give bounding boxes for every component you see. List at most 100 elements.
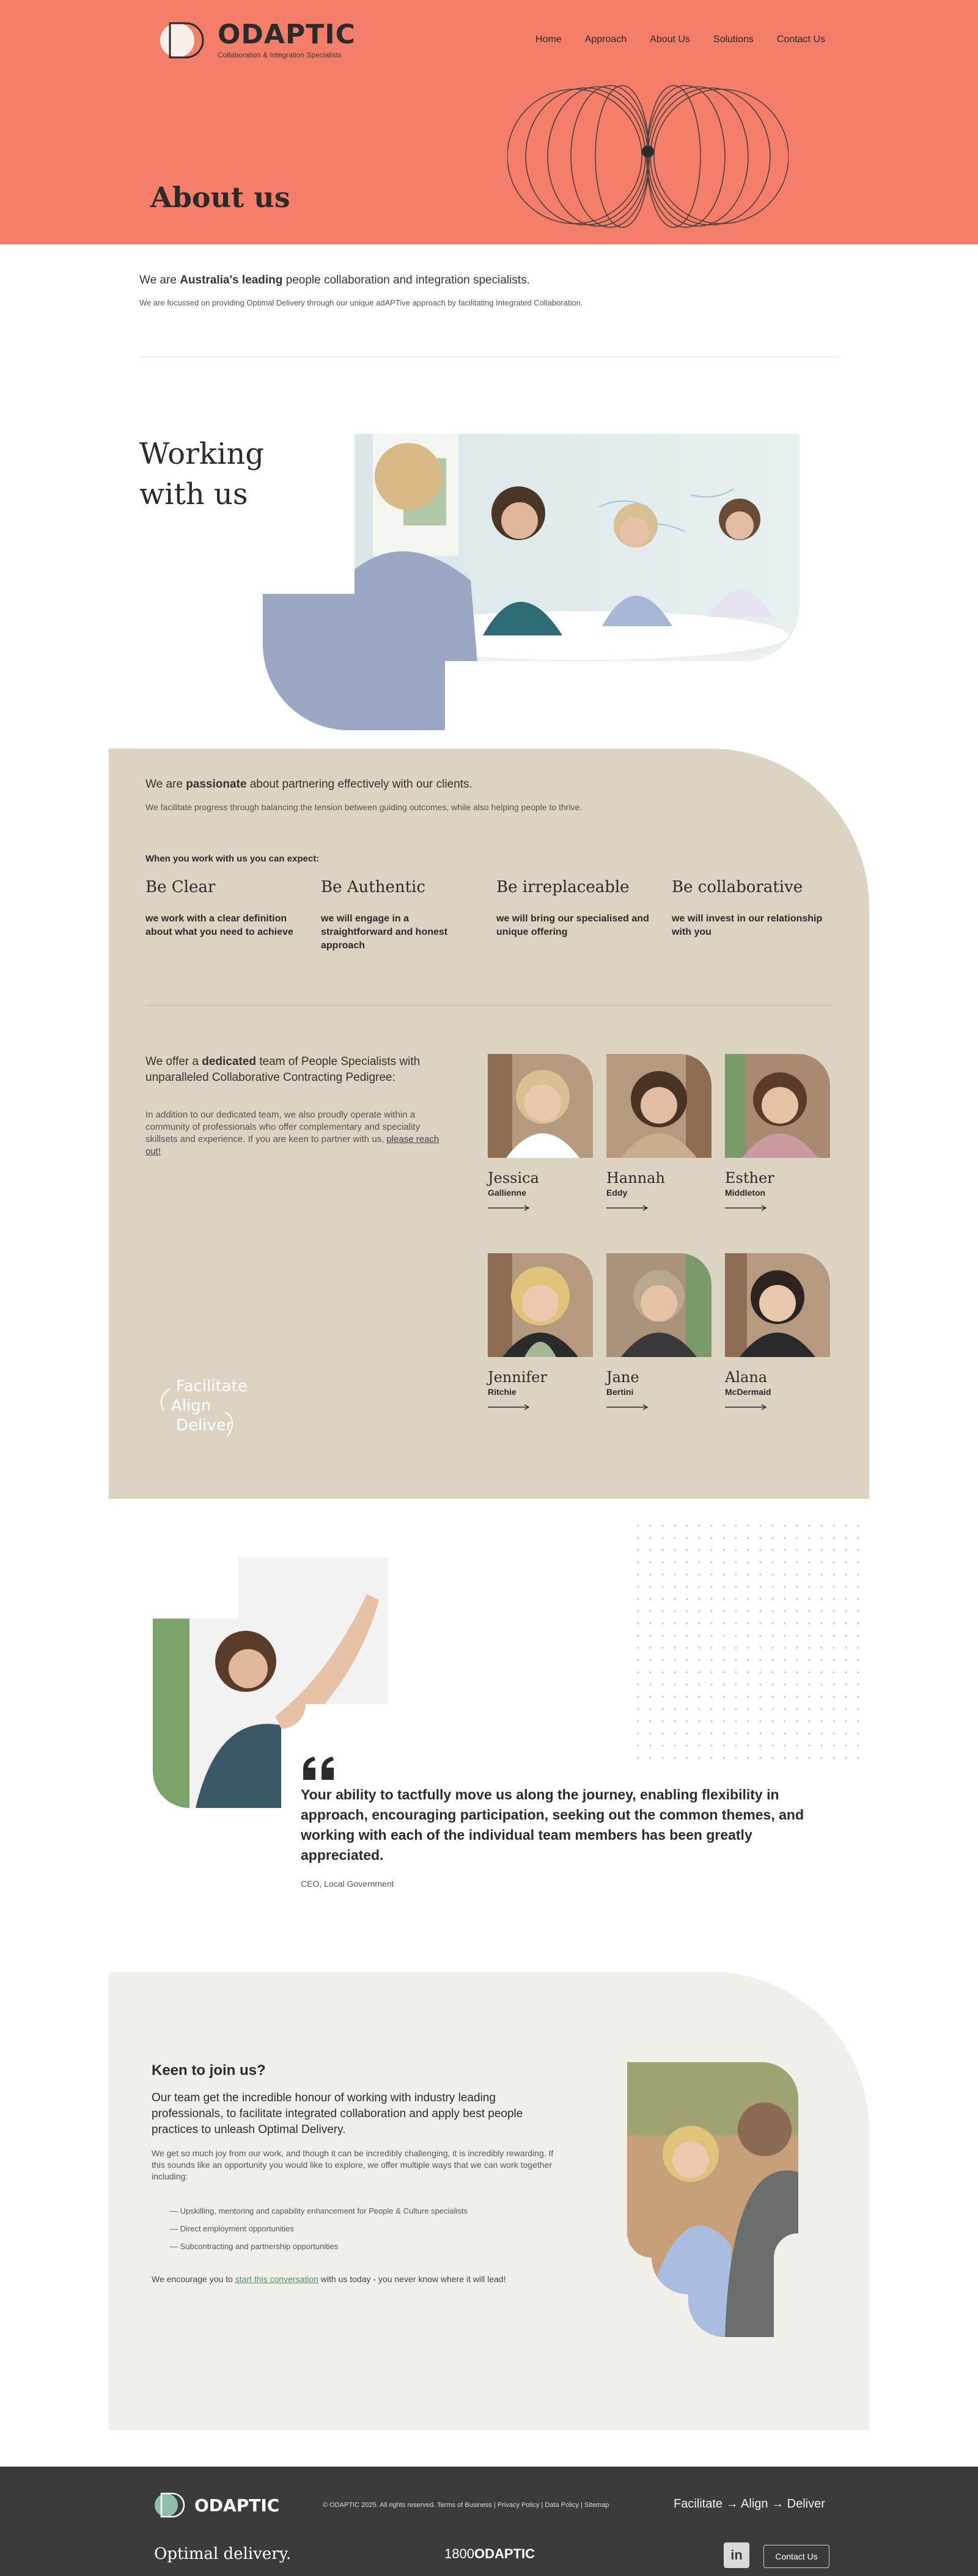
nav-about-us[interactable]: About Us bbox=[650, 34, 690, 45]
partnering-lead: We are passionate about partnering effec… bbox=[145, 778, 472, 791]
divider bbox=[145, 1005, 833, 1006]
nav-home[interactable]: Home bbox=[535, 34, 562, 45]
footer-legal: © ODAPTIC 2025. All rights reserved. Ter… bbox=[323, 2501, 609, 2509]
team-member[interactable]: Hannah Eddy bbox=[606, 1054, 711, 1211]
arrow-right-icon[interactable] bbox=[725, 1205, 768, 1211]
values-list: Be Clear we work with a clear definition… bbox=[145, 878, 847, 953]
brand-tagline: Collaboration & Integration Specialists bbox=[218, 51, 342, 59]
intro-sub: We are focussed on providing Optimal Del… bbox=[139, 298, 583, 307]
script-facilitate: Facilitate bbox=[176, 1377, 248, 1396]
member-last-name: McDermaid bbox=[725, 1387, 771, 1397]
member-photo bbox=[488, 1253, 593, 1357]
list-item: — Subcontracting and partnership opportu… bbox=[170, 2242, 339, 2251]
join-title: Keen to join us? bbox=[152, 2062, 266, 2079]
testimonial-section: Your ability to tactfully move us along … bbox=[0, 1499, 978, 1972]
linkedin-icon[interactable]: in bbox=[724, 2542, 749, 2568]
hero-header: ODAPTIC Collaboration & Integration Spec… bbox=[0, 0, 978, 244]
value-text: we will invest in our relationship with … bbox=[672, 913, 823, 937]
footer-slogan: Optimal delivery. bbox=[154, 2545, 292, 2563]
team-sub: In addition to our dedicated team, we al… bbox=[145, 1110, 439, 1157]
member-photo bbox=[606, 1253, 711, 1357]
facilitate-align-deliver-graphic: Facilitate Align Deliver bbox=[160, 1377, 248, 1437]
list-item: — Upskilling, mentoring and capability e… bbox=[170, 2206, 468, 2216]
team-member[interactable]: Jennifer Ritchie bbox=[488, 1253, 593, 1410]
spiral-graphic bbox=[507, 85, 789, 228]
value-item: Be Authentic we will engage in a straigh… bbox=[321, 878, 496, 953]
value-text: we will engage in a straightforward and … bbox=[321, 913, 448, 951]
footer-tagline: Facilitate → Align → Deliver bbox=[674, 2497, 825, 2511]
member-photo bbox=[606, 1054, 711, 1158]
join-lead: Our team get the incredible honour of wo… bbox=[152, 2091, 523, 2136]
footer-logo[interactable]: ODAPTIC bbox=[154, 2491, 279, 2519]
team-meeting-photo bbox=[263, 434, 800, 730]
start-conversation-link[interactable]: start this conversation bbox=[235, 2274, 318, 2284]
member-photo bbox=[488, 1054, 593, 1158]
page-title: About us bbox=[150, 181, 290, 214]
value-title: Be collaborative bbox=[672, 878, 803, 896]
testimonial-quote: Your ability to tactfully move us along … bbox=[301, 1787, 804, 1863]
member-first-name: Esther bbox=[725, 1169, 774, 1187]
join-section: Keen to join us? Our team get the incred… bbox=[109, 1972, 869, 2430]
team-member[interactable]: Jessica Gallienne bbox=[488, 1054, 593, 1211]
quote-icon bbox=[303, 1757, 334, 1780]
contact-us-button[interactable]: Contact Us bbox=[763, 2545, 829, 2568]
footer: ODAPTIC © ODAPTIC 2025. All rights reser… bbox=[0, 2467, 978, 2576]
script-deliver: Deliver bbox=[176, 1416, 233, 1435]
join-photo bbox=[627, 2062, 798, 2337]
arrow-right-icon[interactable] bbox=[606, 1205, 649, 1211]
logo-mark-icon bbox=[155, 2492, 185, 2518]
member-last-name: Bertini bbox=[606, 1387, 634, 1397]
logo-mark-icon bbox=[160, 22, 204, 59]
arrow-right-icon[interactable] bbox=[725, 1404, 768, 1410]
main-nav: Home Approach About Us Solutions Contact… bbox=[535, 34, 825, 45]
terms-link[interactable]: Terms of Business bbox=[437, 2501, 492, 2509]
copyright: © ODAPTIC 2025. All rights reserved. bbox=[323, 2501, 436, 2509]
member-first-name: Hannah bbox=[606, 1169, 665, 1187]
dot-grid-decoration bbox=[636, 1523, 868, 1768]
join-list: — Upskilling, mentoring and capability e… bbox=[170, 2206, 468, 2259]
arrow-right-icon[interactable] bbox=[488, 1205, 531, 1211]
nav-solutions[interactable]: Solutions bbox=[713, 34, 754, 45]
nav-approach[interactable]: Approach bbox=[585, 34, 627, 45]
footer-phone[interactable]: 1800ODAPTIC bbox=[444, 2546, 535, 2562]
logo[interactable]: ODAPTIC Collaboration & Integration Spec… bbox=[159, 20, 356, 61]
member-photo bbox=[725, 1054, 830, 1158]
partnering-section: We are passionate about partnering effec… bbox=[109, 748, 869, 1499]
value-item: Be Clear we work with a clear definition… bbox=[145, 878, 321, 953]
member-last-name: Gallienne bbox=[488, 1188, 527, 1198]
data-policy-link[interactable]: Data Policy bbox=[545, 2501, 579, 2509]
privacy-link[interactable]: Privacy Policy bbox=[498, 2501, 539, 2509]
script-align: Align bbox=[171, 1397, 211, 1415]
working-section: Working with us bbox=[0, 434, 978, 748]
team-member[interactable]: Esther Middleton bbox=[725, 1054, 830, 1211]
arrow-right-icon[interactable] bbox=[488, 1404, 531, 1410]
testimonial-photo bbox=[153, 1557, 388, 1808]
member-last-name: Eddy bbox=[606, 1188, 628, 1198]
value-item: Be irreplaceable we will bring our speci… bbox=[496, 878, 672, 953]
list-item: — Direct employment opportunities bbox=[170, 2224, 295, 2233]
team-member[interactable]: Jane Bertini bbox=[606, 1253, 711, 1410]
partnering-sub: We facilitate progress through balancing… bbox=[145, 802, 583, 812]
value-text: we work with a clear definition about wh… bbox=[145, 913, 293, 937]
value-title: Be Clear bbox=[145, 878, 216, 896]
value-text: we will bring our specialised and unique… bbox=[496, 913, 649, 937]
member-first-name: Jane bbox=[606, 1369, 639, 1386]
member-first-name: Jennifer bbox=[488, 1369, 547, 1386]
value-title: Be irreplaceable bbox=[496, 878, 630, 896]
intro-lead: We are Australia's leading people collab… bbox=[139, 274, 530, 287]
testimonial-cite: CEO, Local Government bbox=[301, 1879, 394, 1889]
expect-heading: When you work with us you can expect: bbox=[145, 854, 320, 864]
nav-contact-us[interactable]: Contact Us bbox=[777, 34, 825, 45]
working-title: Working with us bbox=[139, 437, 264, 511]
team-member[interactable]: Alana McDermaid bbox=[725, 1253, 830, 1410]
join-sub: We get so much joy from our work, and th… bbox=[152, 2148, 554, 2181]
team-lead: We offer a dedicated team of People Spec… bbox=[145, 1055, 421, 1084]
brand-name: ODAPTIC bbox=[218, 19, 356, 50]
value-title: Be Authentic bbox=[321, 878, 425, 896]
intro-section: We are Australia's leading people collab… bbox=[0, 244, 978, 434]
sitemap-link[interactable]: Sitemap bbox=[584, 2501, 609, 2509]
arrow-right-icon[interactable] bbox=[606, 1404, 649, 1410]
footer-brand: ODAPTIC bbox=[194, 2495, 280, 2516]
member-last-name: Middleton bbox=[725, 1188, 766, 1198]
member-last-name: Ritchie bbox=[488, 1387, 517, 1397]
